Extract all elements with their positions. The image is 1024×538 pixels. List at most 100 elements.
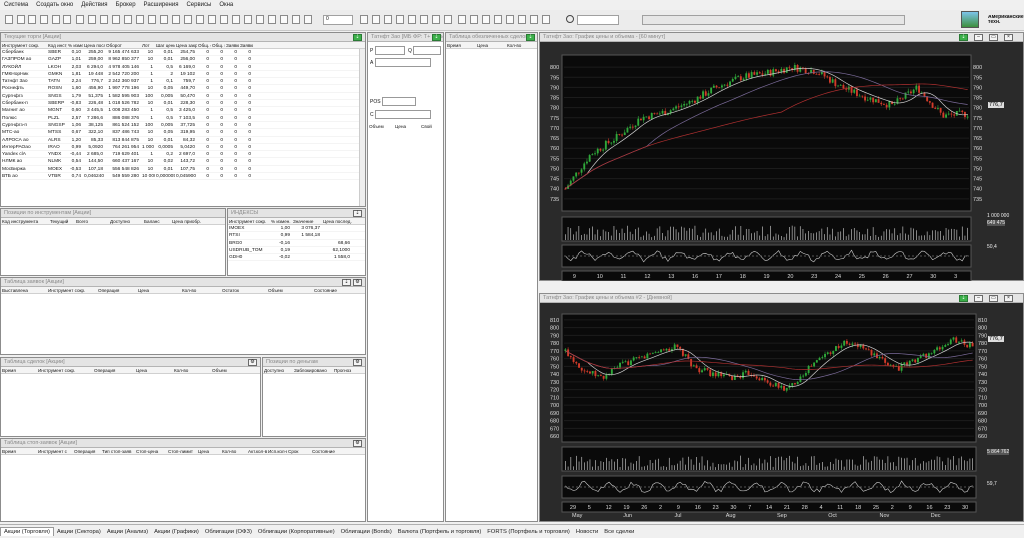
pin-icon[interactable]: ⇣ [353, 34, 362, 41]
column-header[interactable]: Срок [287, 448, 311, 454]
column-header[interactable]: Всего [75, 218, 109, 224]
table-row[interactable]: ГМКНорНик GMKN 1,81 19 448 2 542 720 200 1 2 19… [1, 71, 365, 79]
column-header[interactable]: Код инстр. [47, 42, 67, 48]
toolbar-button-icon[interactable] [444, 15, 452, 24]
toolbar-button-icon[interactable] [160, 15, 168, 24]
minimize-icon[interactable]: – [974, 295, 983, 302]
column-header[interactable]: Исп.кол-во [267, 448, 287, 454]
account-select[interactable] [375, 58, 431, 67]
column-header[interactable]: Доступно [263, 367, 293, 373]
toolbar-button-icon[interactable] [196, 15, 204, 24]
toolbar-button-icon[interactable] [208, 15, 216, 24]
column-header[interactable]: Операция [97, 287, 137, 293]
pin-icon[interactable]: ⇣ [526, 34, 535, 41]
toolbar-button-icon[interactable] [542, 15, 550, 24]
pin-icon[interactable]: ⇣ [432, 34, 441, 41]
maximize-icon[interactable]: ▭ [989, 34, 998, 41]
column-header[interactable]: Прогноз [333, 367, 363, 373]
column-header[interactable]: Остаток [221, 287, 267, 293]
column-header[interactable]: Инструмент с [37, 448, 73, 454]
column-header[interactable]: % измен. [67, 42, 83, 48]
table-row[interactable]: ВТБ аоVTBR0,740,046240549 559 28010 0000… [1, 173, 365, 181]
column-header[interactable]: Цена приобр. [171, 218, 201, 224]
toolbar-button-icon[interactable] [518, 15, 526, 24]
toolbar-button-icon[interactable] [40, 15, 48, 24]
table-row[interactable]: Татнфт 3ао TATN 2,24 776,7 2 242 360 937 1 0,1… [1, 78, 365, 86]
close-icon[interactable]: × [1004, 295, 1013, 302]
column-header[interactable]: Объем [267, 287, 313, 293]
table-row[interactable]: Полюс PLZL 2,57 7 286,6 886 088 376 1 0,5 7 103… [1, 115, 365, 122]
column-header[interactable]: Стоп-цена [135, 448, 167, 454]
table-row[interactable]: Сургнфгз-п SNGSP 1,06 38,125 861 524 152 100 0… [1, 122, 365, 130]
search-icon[interactable] [566, 15, 574, 23]
settings-icon[interactable]: ⚙ [353, 440, 362, 447]
toolbar-button-icon[interactable] [220, 15, 228, 24]
column-header[interactable]: Заблокировано [293, 367, 333, 373]
column-header[interactable]: Кол-во [173, 367, 211, 373]
settings-icon[interactable]: ⚙ [353, 359, 362, 366]
toolbar-button-icon[interactable] [148, 15, 156, 24]
toolbar-button-icon[interactable] [494, 15, 502, 24]
toolbar-button-icon[interactable] [76, 15, 84, 24]
maximize-icon[interactable]: ▭ [989, 295, 998, 302]
menu-system[interactable]: Система [4, 2, 28, 8]
column-header[interactable]: Общ. предл. [211, 42, 225, 48]
column-header[interactable]: Состояние [311, 448, 345, 454]
column-header[interactable]: Общ. спрос [197, 42, 211, 48]
settings-icon[interactable]: ⚙ [353, 279, 362, 286]
pin-icon[interactable]: ⇣ [959, 295, 968, 302]
table-row[interactable]: ГАЗПРОМ ао GAZP 1,01 259,00 8 962 850 377 10 0… [1, 56, 365, 64]
table-row[interactable]: Роснефть ROSN 1,60 456,90 1 997 778 196 10 0,0… [1, 85, 365, 93]
column-header[interactable]: Цена [137, 287, 181, 293]
column-header[interactable]: Заявки на покупку [225, 42, 239, 48]
column-header[interactable]: Состояние [313, 287, 357, 293]
toolbar-button-icon[interactable] [52, 15, 60, 24]
column-header[interactable]: Цена [394, 123, 420, 130]
column-header[interactable]: Цена закр. [175, 42, 197, 48]
table-row[interactable]: МТС-ао MTSS 0,67 322,10 837 486 743 10 0,05 319… [1, 129, 365, 137]
close-icon[interactable]: × [1004, 34, 1013, 41]
table-row[interactable]: Yandex clA YNDX -0,44 2 685,0 719 629 401 1 0,… [1, 151, 365, 159]
table-row[interactable]: Сбербанк SBER 0,10 255,20 9 165 474 633 10 0,0… [1, 49, 365, 57]
column-header[interactable]: Код инструмента [1, 218, 49, 224]
toolbar-button-icon[interactable] [136, 15, 144, 24]
workspace-tab[interactable]: Облигации (Корпоративные) [255, 529, 338, 535]
table-row[interactable]: USDRUB_TOM 0,19 62,1000 [228, 247, 365, 255]
settings-icon[interactable]: ⚙ [248, 359, 257, 366]
chart1-svg[interactable]: 735 735 740 740 745 745 750 750 755 755 760 760 765 7… [540, 43, 1023, 281]
column-header[interactable]: Инструмент сокр. [1, 42, 47, 48]
menu-windows[interactable]: Окна [219, 2, 233, 8]
column-header[interactable]: Время [1, 367, 37, 373]
column-header[interactable]: Значение [292, 218, 322, 224]
toolbar-button-icon[interactable] [396, 15, 404, 24]
toolbar-button-icon[interactable] [88, 15, 96, 24]
toolbar-button-icon[interactable] [482, 15, 490, 24]
column-header[interactable]: Тип стоп-заяв [101, 448, 135, 454]
column-header[interactable]: Заявки на продажу [239, 42, 253, 48]
toolbar-button-icon[interactable] [112, 15, 120, 24]
table-row[interactable]: АЛРОСА ао ALRS 1,20 85,33 813 844 875 10 0,01 8… [1, 137, 365, 144]
toolbar-button-icon[interactable] [28, 15, 36, 24]
toolbar-button-icon[interactable] [63, 15, 71, 24]
quantity-input[interactable] [413, 46, 441, 55]
column-header[interactable]: Цена послед. [83, 42, 105, 48]
download-icon[interactable]: ⇣ [353, 210, 362, 217]
column-header[interactable]: Цена [197, 448, 221, 454]
download-icon[interactable]: ⇣ [342, 279, 351, 286]
column-header[interactable]: Цена [135, 367, 173, 373]
menu-services[interactable]: Сервисы [186, 2, 211, 8]
toolbar-button-icon[interactable] [100, 15, 108, 24]
toolbar-button-icon[interactable] [17, 15, 25, 24]
menu-broker[interactable]: Брокер [116, 2, 136, 8]
toolbar-button-icon[interactable] [5, 15, 13, 24]
workspace-tab[interactable]: Акции (Сектора) [54, 529, 104, 535]
table-row[interactable]: Сбербанк-п SBERP -0,83 226,48 1 018 526 782 1… [1, 100, 365, 108]
client-select[interactable] [375, 110, 431, 119]
workspace-tab[interactable]: Валюта (Портфель и торговля) [395, 529, 485, 535]
table-row[interactable]: МосБиржа MOEX -0,53 107,18 556 548 826 10 0,01… [1, 166, 365, 174]
toolbar-button-icon[interactable] [384, 15, 392, 24]
column-header[interactable]: % измен. [270, 218, 292, 224]
position-input[interactable] [382, 97, 416, 106]
menu-extensions[interactable]: Расширения [144, 2, 179, 8]
table-row[interactable]: ИнтерРАОао IRAO 0,99 5,0920 764 261 954 1 000… [1, 144, 365, 152]
